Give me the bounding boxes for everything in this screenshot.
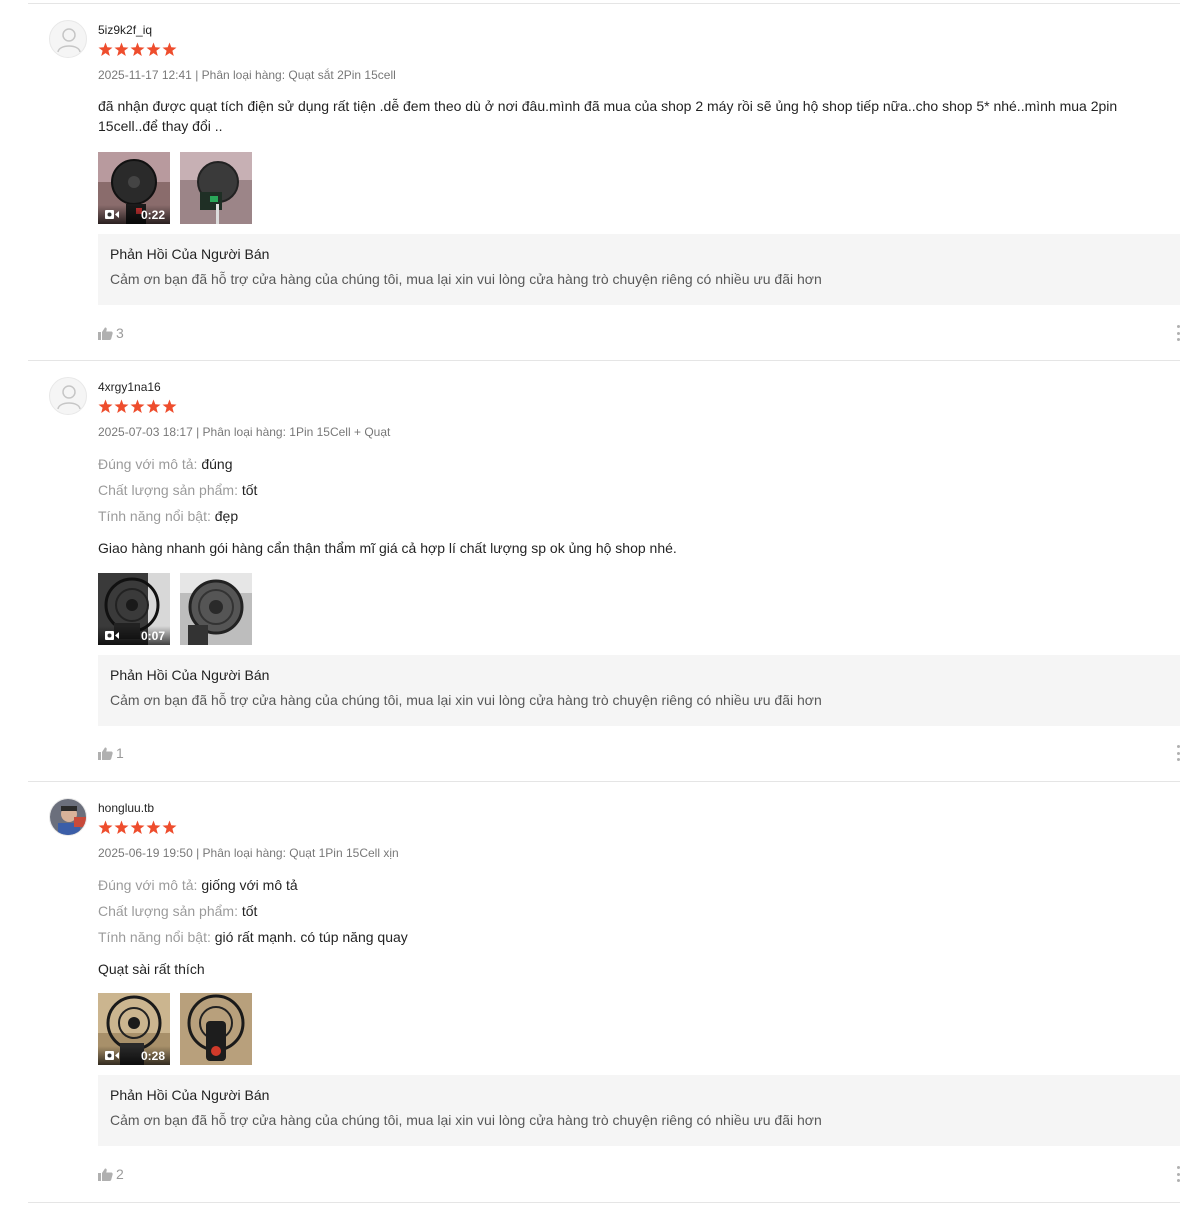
review-attribute: Chất lượng sản phẩm: tốt [98, 902, 257, 920]
review-video-thumbnail[interactable]: 0:22 [98, 152, 170, 224]
video-duration: 0:28 [140, 1048, 165, 1063]
seller-reply-text: Cảm ơn bạn đã hỗ trợ cửa hàng của chúng … [110, 692, 822, 708]
star-icon [114, 399, 129, 413]
star-icon [146, 399, 161, 413]
review-item: hongluu.tb 2025-06-19 19:50 | Phân loại … [28, 782, 1180, 1202]
attribute-value: đúng [201, 456, 233, 472]
review-attribute: Đúng với mô tả: giống với mô tả [98, 876, 298, 894]
review-media: 0:28 [98, 993, 252, 1065]
seller-reply-title: Phản Hồi Của Người Bán [110, 246, 270, 262]
star-icon [162, 399, 177, 413]
attribute-value: tốt [241, 482, 258, 498]
star-icon [98, 399, 113, 413]
attribute-label: Đúng với mô tả: [98, 456, 198, 472]
attribute-label: Tính năng nổi bật: [98, 929, 211, 945]
seller-reply-title: Phản Hồi Của Người Bán [110, 1087, 270, 1103]
review-meta: 2025-07-03 18:17 | Phân loại hàng: 1Pin … [98, 425, 391, 439]
thumbs-up-icon [98, 1168, 113, 1181]
review-item: 4xrgy1na16 2025-07-03 18:17 | Phân loại … [28, 361, 1180, 781]
video-camera-icon [105, 210, 119, 219]
review-comment: Quạt sài rất thích [98, 961, 205, 977]
attribute-value: tốt [241, 903, 258, 919]
video-camera-icon [105, 631, 119, 640]
star-icon [162, 42, 177, 56]
review-video-thumbnail[interactable]: 0:28 [98, 993, 170, 1065]
like-button[interactable]: 2 [98, 1166, 124, 1182]
review-comment: đã nhận được quạt tích điện sử dụng rất … [98, 98, 1118, 134]
review-video-thumbnail[interactable]: 0:07 [98, 573, 170, 645]
review-item: 5iz9k2f_iq 2025-11-17 12:41 | Phân loại … [28, 4, 1180, 360]
review-media: 0:07 [98, 573, 252, 645]
like-count: 2 [116, 1166, 124, 1182]
star-icon [114, 42, 129, 56]
review-meta: 2025-06-19 19:50 | Phân loại hàng: Quạt … [98, 846, 399, 860]
rating-stars [98, 399, 177, 414]
review-username: 5iz9k2f_iq [98, 23, 153, 37]
review-attribute: Chất lượng sản phẩm: tốt [98, 481, 257, 499]
attribute-label: Chất lượng sản phẩm: [98, 903, 238, 919]
review-image-thumbnail[interactable] [180, 152, 252, 224]
star-icon [98, 820, 113, 834]
attribute-value: đẹp [214, 508, 239, 524]
attribute-label: Chất lượng sản phẩm: [98, 482, 238, 498]
review-username: hongluu.tb [98, 801, 155, 815]
star-icon [98, 42, 113, 56]
star-icon [146, 820, 161, 834]
thumbs-up-icon [98, 327, 113, 340]
like-button[interactable]: 3 [98, 325, 124, 341]
review-username: 4xrgy1na16 [98, 380, 161, 394]
review-attribute: Đúng với mô tả: đúng [98, 455, 233, 473]
review-image-thumbnail[interactable] [180, 573, 252, 645]
like-count: 1 [116, 745, 124, 761]
seller-reply: Phản Hồi Của Người Bán Cảm ơn bạn đã hỗ … [98, 1075, 1180, 1146]
seller-reply-text: Cảm ơn bạn đã hỗ trợ cửa hàng của chúng … [110, 271, 822, 287]
more-options-icon[interactable] [1176, 1166, 1180, 1182]
video-camera-icon [105, 1051, 119, 1060]
video-duration: 0:07 [140, 628, 165, 643]
rating-stars [98, 820, 177, 835]
review-list: 5iz9k2f_iq 2025-11-17 12:41 | Phân loại … [28, 3, 1180, 1203]
more-options-icon[interactable] [1176, 325, 1180, 341]
star-icon [114, 820, 129, 834]
like-count: 3 [116, 325, 124, 341]
review-attribute: Tính năng nổi bật: gió rất mạnh. có túp … [98, 928, 408, 946]
seller-reply-text: Cảm ơn bạn đã hỗ trợ cửa hàng của chúng … [110, 1112, 822, 1128]
rating-stars [98, 42, 177, 57]
review-media: 0:22 [98, 152, 252, 224]
seller-reply: Phản Hồi Của Người Bán Cảm ơn bạn đã hỗ … [98, 234, 1180, 305]
user-photo-avatar[interactable] [49, 798, 87, 836]
review-comment: Giao hàng nhanh gói hàng cẩn thận thẩm m… [98, 540, 677, 556]
star-icon [130, 820, 145, 834]
attribute-label: Đúng với mô tả: [98, 877, 198, 893]
star-icon [162, 820, 177, 834]
review-attribute: Tính năng nổi bật: đẹp [98, 507, 238, 525]
seller-reply-title: Phản Hồi Của Người Bán [110, 667, 270, 683]
attribute-value: giống với mô tả [201, 877, 298, 893]
star-icon [130, 399, 145, 413]
star-icon [130, 42, 145, 56]
like-button[interactable]: 1 [98, 745, 124, 761]
more-options-icon[interactable] [1176, 745, 1180, 761]
default-avatar-icon[interactable] [49, 377, 87, 415]
review-meta: 2025-11-17 12:41 | Phân loại hàng: Quạt … [98, 68, 396, 82]
divider [28, 1202, 1180, 1203]
thumbs-up-icon [98, 747, 113, 760]
default-avatar-icon[interactable] [49, 20, 87, 58]
attribute-label: Tính năng nổi bật: [98, 508, 211, 524]
seller-reply: Phản Hồi Của Người Bán Cảm ơn bạn đã hỗ … [98, 655, 1180, 726]
star-icon [146, 42, 161, 56]
attribute-value: gió rất mạnh. có túp năng quay [214, 929, 408, 945]
video-duration: 0:22 [140, 207, 165, 222]
review-image-thumbnail[interactable] [180, 993, 252, 1065]
